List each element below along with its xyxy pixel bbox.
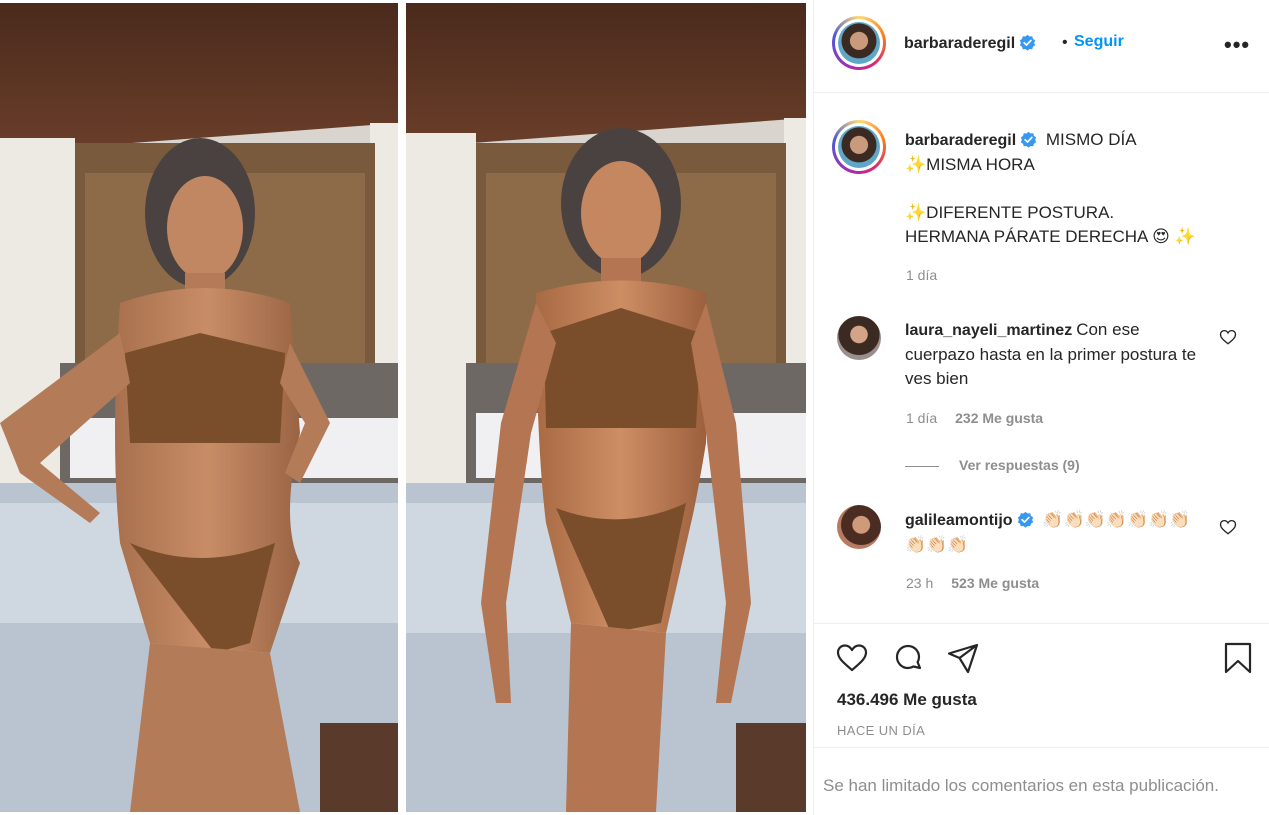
comments-limited-notice: Se han limitado los comentarios en esta … xyxy=(814,747,1269,815)
heart-icon[interactable] xyxy=(835,641,869,675)
caption-line-1: MISMO DÍA xyxy=(1045,130,1137,149)
comment-username[interactable]: galileamontijo xyxy=(905,511,1034,529)
verified-badge-icon xyxy=(1021,131,1037,148)
comment-meta: 1 día 232 Me gusta xyxy=(906,410,1043,426)
comment-username[interactable]: laura_nayeli_martinez xyxy=(905,322,1072,339)
post-header: barbaraderegil • Seguir ••• xyxy=(814,0,1269,93)
commenter-avatar[interactable] xyxy=(837,316,881,360)
comment-likes[interactable]: 232 Me gusta xyxy=(955,410,1043,426)
author-username[interactable]: barbaraderegil xyxy=(904,34,1036,53)
view-replies-button[interactable]: Ver respuestas (9) xyxy=(905,457,1080,473)
post-timestamp[interactable]: HACE UN DÍA xyxy=(837,723,925,738)
comment-text: galileamontijo 👏🏻👏🏻👏🏻👏🏻👏🏻👏🏻👏🏻👏🏻👏🏻👏🏻 xyxy=(905,508,1205,557)
verified-badge-icon xyxy=(1017,511,1033,528)
caption-avatar[interactable] xyxy=(832,120,886,174)
post-side-panel: barbaraderegil • Seguir ••• barbaradereg… xyxy=(814,0,1269,815)
comment-icon[interactable] xyxy=(891,641,925,675)
view-replies-label: Ver respuestas (9) xyxy=(959,457,1080,473)
replies-line xyxy=(905,465,939,467)
comment-like-heart-icon[interactable] xyxy=(1219,518,1237,536)
photo-right xyxy=(406,3,806,812)
bookmark-icon[interactable] xyxy=(1221,641,1255,675)
header-separator: • xyxy=(1062,34,1068,51)
follow-button[interactable]: Seguir xyxy=(1074,33,1124,51)
comment-time[interactable]: 23 h xyxy=(906,575,933,591)
comment-text: laura_nayeli_martinez Con ese cuerpazo ha… xyxy=(905,318,1205,391)
share-icon[interactable] xyxy=(946,641,980,675)
caption-line-3: ✨DIFERENTE POSTURA. xyxy=(905,203,1115,222)
comment-time[interactable]: 1 día xyxy=(906,410,937,426)
comments-list[interactable]: barbaraderegil MISMO DÍA ✨MISMA HORA ✨DI… xyxy=(814,94,1269,622)
post-actions: 436.496 Me gusta HACE UN DÍA xyxy=(814,623,1269,747)
comment-meta: 23 h 523 Me gusta xyxy=(906,575,1039,591)
author-avatar[interactable] xyxy=(832,16,886,70)
caption-time[interactable]: 1 día xyxy=(906,267,937,283)
comment-likes[interactable]: 523 Me gusta xyxy=(951,575,1039,591)
verified-badge-icon xyxy=(1020,34,1036,51)
caption-line-4: HERMANA PÁRATE DERECHA 😍 ✨ xyxy=(905,227,1196,246)
photo-left xyxy=(0,3,398,812)
post-media[interactable] xyxy=(0,0,813,815)
comment-like-heart-icon[interactable] xyxy=(1219,328,1237,346)
comments-limited-text: Se han limitado los comentarios en esta … xyxy=(823,776,1219,795)
caption-username[interactable]: barbaraderegil xyxy=(905,131,1037,149)
more-options-icon[interactable]: ••• xyxy=(1224,32,1250,58)
caption-line-2: ✨MISMA HORA xyxy=(905,155,1035,174)
caption-text: barbaraderegil MISMO DÍA ✨MISMA HORA ✨DI… xyxy=(905,128,1245,249)
commenter-avatar[interactable] xyxy=(837,505,881,549)
post-likes-count[interactable]: 436.496 Me gusta xyxy=(837,690,977,710)
